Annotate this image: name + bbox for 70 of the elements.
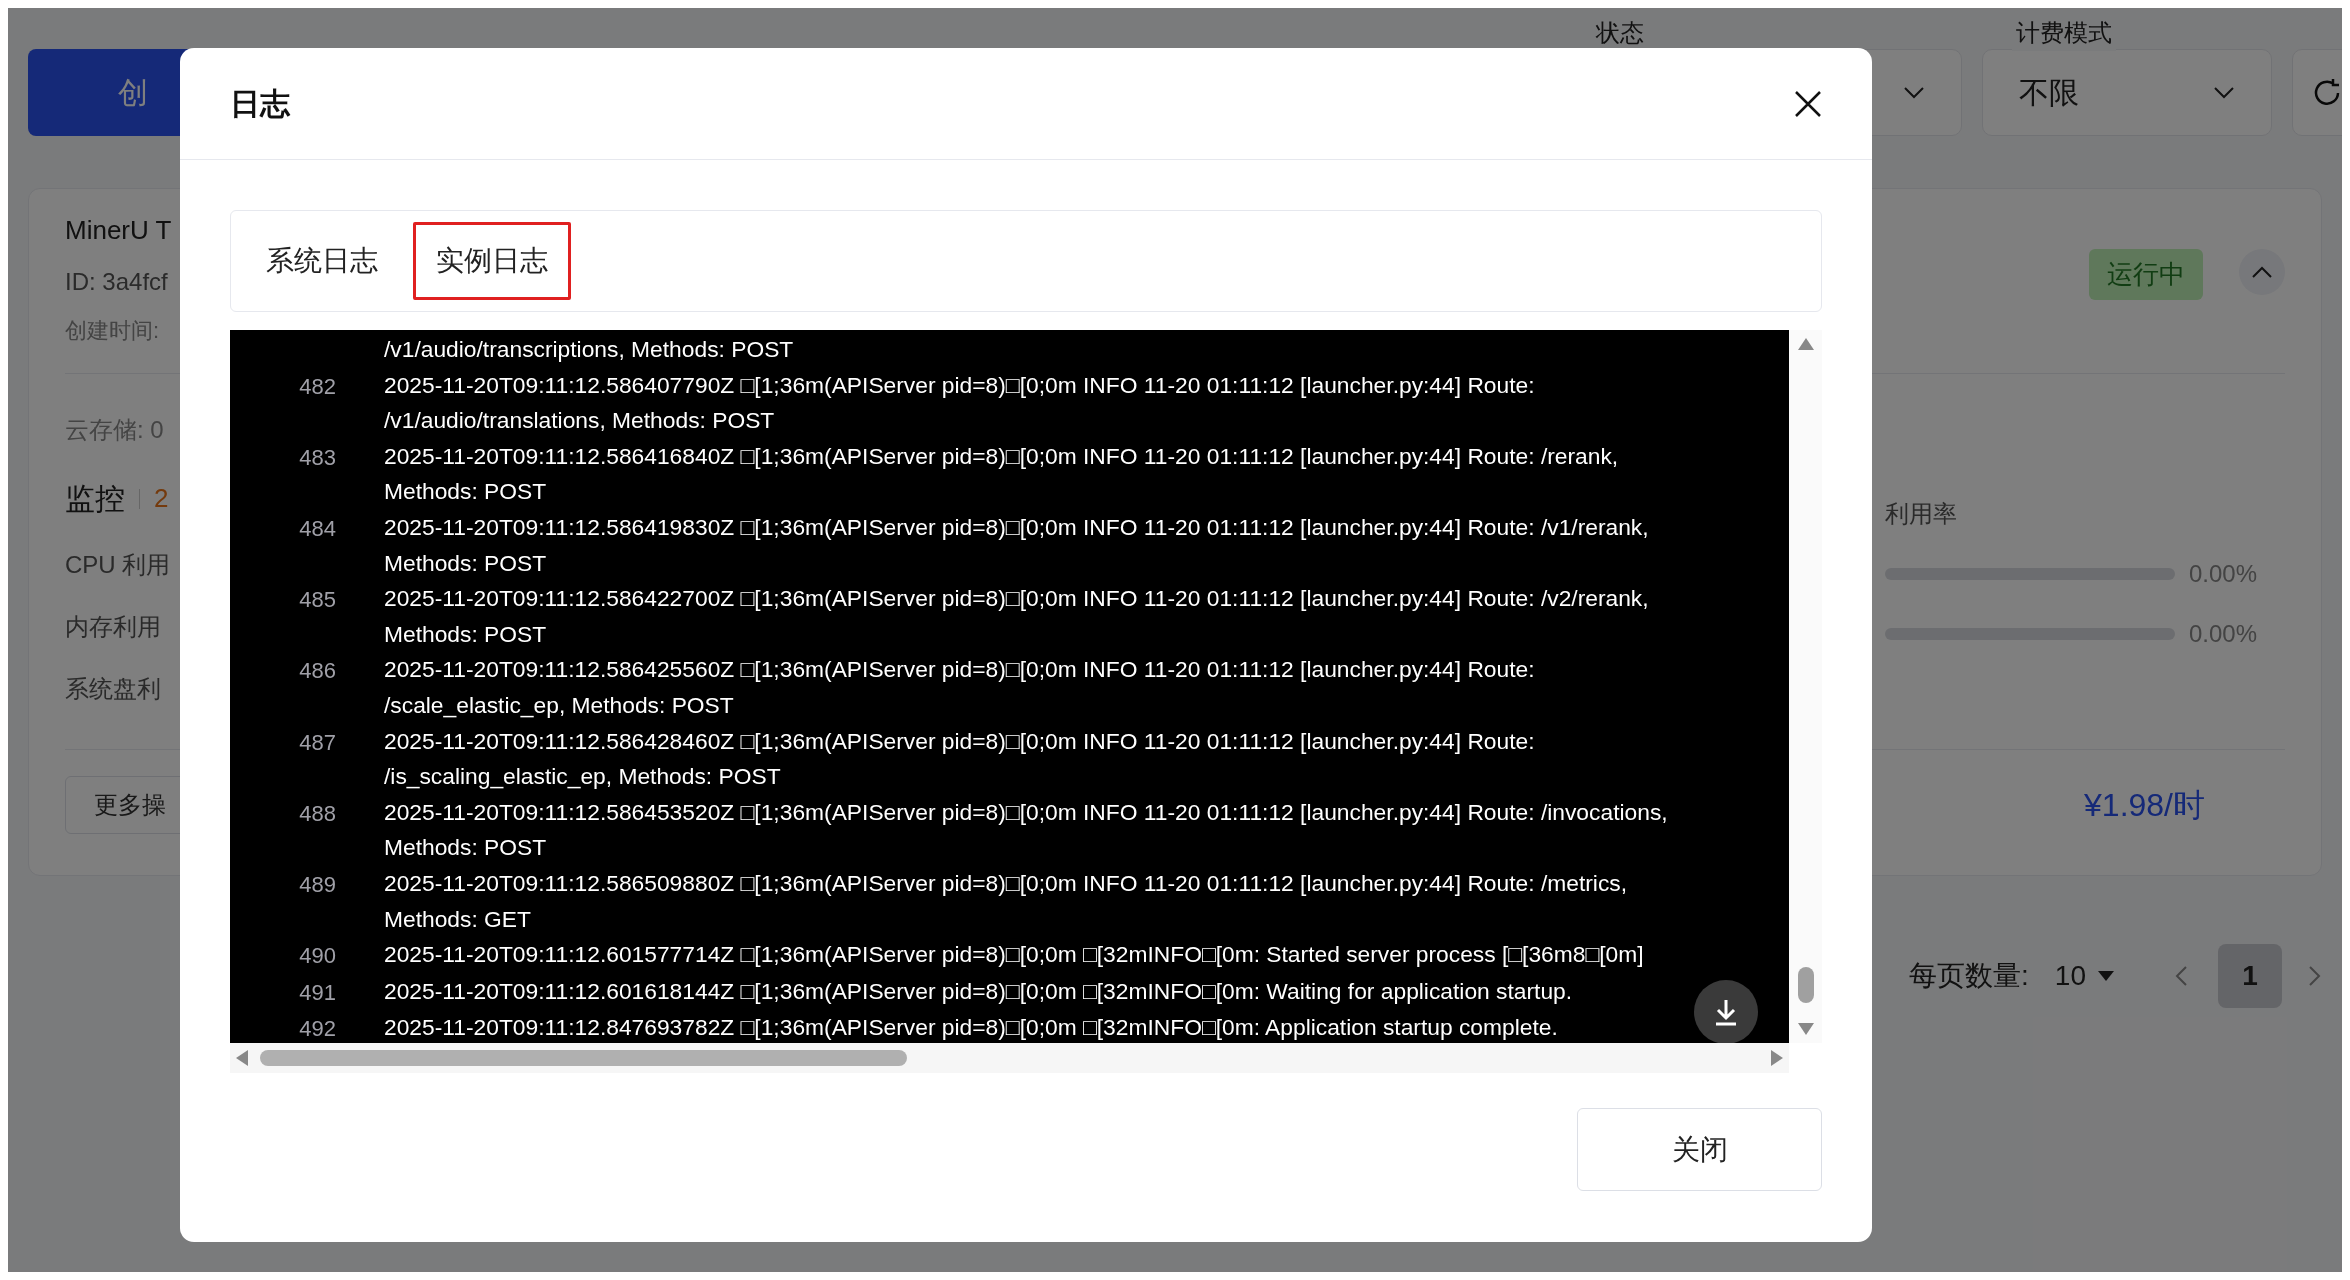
line-number: 483 [299,443,336,472]
log-tab[interactable]: 系统日志 [243,222,401,300]
chevron-icon [1903,85,1925,100]
metric-label: 内存利用 [65,612,162,642]
log-line: 2025-11-20T09:11:12.586407790Z □[1;36m(APIServer pid=8)□[0;0m INFO 11-20 01:11:12 [launcher.py:44] Route: [384,370,1535,400]
storage-text: 云存储: 0 [65,415,164,445]
line-number: 489 [299,870,336,899]
log-line: 2025-11-20T09:11:12.586428460Z □[1;36m(APIServer pid=8)□[0;0m INFO 11-20 01:11:12 [launcher.py:44] Route: [384,726,1535,756]
status-badge: 运行中 [2089,249,2203,300]
scroll-thumb[interactable] [260,1050,907,1066]
log-line: /v1/audio/transcriptions, Methods: POST [384,335,794,364]
previous-page-icon[interactable] [2174,965,2188,987]
monitor-count: 2 [154,482,169,515]
instance-name: MinerU T [65,214,172,247]
vertical-scrollbar[interactable] [1789,330,1822,1043]
line-number: 485 [299,586,336,615]
page-size-select[interactable]: 10 [2054,955,2114,997]
line-number: 491 [299,978,336,1007]
line-number: 487 [299,728,336,757]
line-number: 490 [299,942,336,971]
log-line: 2025-11-20T09:11:12.586509880Z □[1;36m(APIServer pid=8)□[0;0m INFO 11-20 01:11:12 [launcher.py:44] Route: /metrics, [384,868,1628,898]
close-icon[interactable] [1794,89,1822,118]
log-line: 2025-11-20T09:11:12.586425560Z □[1;36m(APIServer pid=8)□[0;0m INFO 11-20 01:11:12 [launcher.py:44] Route: [384,655,1535,685]
log-line: Methods: GET [384,904,532,934]
line-number: 492 [299,1015,336,1043]
metric-label: CPU 利用 [65,550,171,580]
metric-header: 利用率 [1885,499,1957,529]
right-arrow-icon[interactable] [1771,1050,1783,1066]
line-number: 484 [299,514,336,543]
left-arrow-icon[interactable] [236,1050,248,1066]
collapse-button[interactable] [2239,249,2285,295]
line-number: 488 [299,799,336,828]
log-line: Methods: POST [384,477,548,507]
page-button[interactable]: 1 [2218,944,2282,1008]
log-line: /v1/audio/translations, Methods: POST [384,406,776,436]
usage-reading: 0.00% [2189,619,2258,649]
log-line: 2025-11-20T09:11:12.586419830Z □[1;36m(APIServer pid=8)□[0;0m INFO 11-20 01:11:12 [launcher.py:44] Route: /v1/rerank, [384,512,1649,542]
filter-select[interactable]: 不限 [1982,49,2272,136]
price-text: ¥1.98/时 [2084,786,2205,825]
line-number: 482 [299,372,336,401]
log-line: 2025-11-20T09:11:12.601577714Z □[1;36m(APIServer pid=8)□[0;0m □[32mINFO□[0m: Started server process [□[36m8□[0m] [384,940,1644,970]
log-line: Methods: POST [384,548,548,578]
horizontal-scrollbar[interactable] [230,1043,1789,1073]
log-line: 2025-11-20T09:11:12.847693782Z □[1;36m(APIServer pid=8)□[0;0m □[32mINFO□[0m: Application startup complete. [384,1013,1558,1043]
refresh-button[interactable] [2292,49,2342,136]
chevron-icon [2213,85,2235,100]
created-time: 创建时间: [65,317,161,345]
line-number: 486 [299,657,336,686]
log-line: 2025-11-20T09:11:12.586422700Z □[1;36m(APIServer pid=8)□[0;0m INFO 11-20 01:11:12 [launcher.py:44] Route: /v2/rerank, [384,584,1649,614]
log-line: 2025-11-20T09:11:12.601618144Z □[1;36m(APIServer pid=8)□[0;0m □[32mINFO□[0m: Waiting for application startup. [384,976,1573,1006]
log-line: 2025-11-20T09:11:12.586416840Z □[1;36m(APIServer pid=8)□[0;0m INFO 11-20 01:11:12 [launcher.py:44] Route: /rerank, [384,441,1619,471]
close-button[interactable]: 关闭 [1577,1108,1822,1191]
scroll-thumb[interactable] [1797,967,1814,1003]
log-line: Methods: POST [384,619,548,649]
log-tab[interactable]: 实例日志 [413,222,571,300]
chevron-icon [2251,265,2273,279]
caret-icon [2098,971,2114,981]
next-page-icon[interactable] [2308,965,2322,987]
up-arrow-icon[interactable] [1797,338,1814,350]
instance-id: ID: 3a4fcf [65,267,169,297]
log-line: 2025-11-20T09:11:12.586453520Z □[1;36m(APIServer pid=8)□[0;0m INFO 11-20 01:11:12 [launcher.py:44] Route: /invocations, [384,797,1668,827]
log-line: /is_scaling_elastic_ep, Methods: POST [384,762,782,792]
monitor-title: 监控 [65,481,125,517]
log-line: Methods: POST [384,833,548,863]
usage-reading: 0.00% [2189,559,2258,589]
log-line: /scale_elastic_ep, Methods: POST [384,690,735,720]
down-arrow-icon[interactable] [1797,1023,1814,1035]
dialog-title: 日志 [230,86,290,122]
page-size-label: 每页数量: [1909,959,2029,993]
metric-label: 系统盘利 [65,674,162,704]
